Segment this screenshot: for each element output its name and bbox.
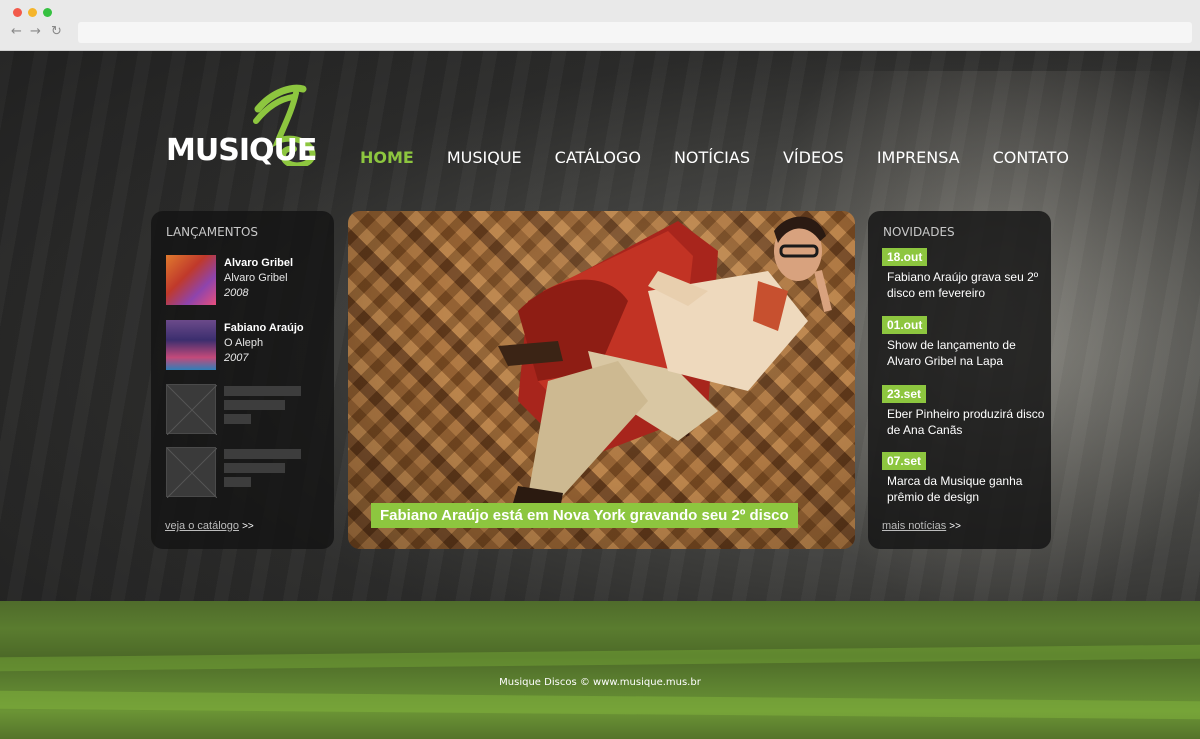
feature-photo xyxy=(498,216,832,509)
release-year: 2007 xyxy=(224,352,249,364)
news-date-badge: 07.set xyxy=(882,452,927,470)
arrow-right-icon[interactable]: → xyxy=(30,25,41,39)
musique-logo[interactable]: MUSIQUE xyxy=(166,81,326,171)
news-date-badge: 18.out xyxy=(882,248,928,266)
news-more-link[interactable]: mais notícias >> xyxy=(882,520,961,532)
release-item[interactable]: Alvaro Gribel Alvaro Gribel 2008 xyxy=(166,255,326,305)
news-item[interactable]: 18.out Fabiano Araújo grava seu 2º disco… xyxy=(882,248,1047,301)
minimize-window-dot[interactable] xyxy=(28,8,37,17)
double-chevron-icon: >> xyxy=(242,521,254,532)
nav-catalogo[interactable]: CATÁLOGO xyxy=(555,148,641,167)
release-placeholder xyxy=(166,447,326,498)
maximize-window-dot[interactable] xyxy=(43,8,52,17)
footer-band xyxy=(0,601,1200,739)
placeholder-image-icon xyxy=(166,447,217,498)
catalog-link[interactable]: veja o catálogo >> xyxy=(165,520,254,532)
album-cover[interactable] xyxy=(166,255,216,305)
page: MUSIQUE HOME MUSIQUE CATÁLOGO NOTÍCIAS V… xyxy=(0,51,1200,739)
feature-caption[interactable]: Fabiano Araújo está em Nova York gravand… xyxy=(371,503,798,528)
footer-copyright: Musique Discos © www.musique.mus.br xyxy=(499,677,701,688)
release-album: O Aleph xyxy=(224,337,264,349)
releases-title: LANÇAMENTOS xyxy=(166,225,259,239)
news-item[interactable]: 01.out Show de lançamento de Alvaro Grib… xyxy=(882,316,1047,369)
news-more-label[interactable]: mais notícias xyxy=(882,520,946,532)
nav-contato[interactable]: CONTATO xyxy=(993,148,1069,167)
news-item[interactable]: 07.set Marca da Musique ganha prêmio de … xyxy=(882,452,1047,505)
news-panel: NOVIDADES 18.out Fabiano Araújo grava se… xyxy=(868,211,1051,549)
news-headline[interactable]: Marca da Musique ganha prêmio de design xyxy=(887,473,1047,505)
news-headline[interactable]: Eber Pinheiro produzirá disco de Ana Can… xyxy=(887,406,1047,438)
arrow-left-icon[interactable]: ← xyxy=(11,25,22,39)
news-date-badge: 23.set xyxy=(882,385,927,403)
catalog-link-label[interactable]: veja o catálogo xyxy=(165,520,239,532)
browser-chrome: ← → ↻ xyxy=(0,0,1200,51)
news-title: NOVIDADES xyxy=(883,225,955,239)
news-headline[interactable]: Show de lançamento de Alvaro Gribel na L… xyxy=(887,337,1047,369)
news-headline[interactable]: Fabiano Araújo grava seu 2º disco em fev… xyxy=(887,269,1047,301)
nav-musique[interactable]: MUSIQUE xyxy=(447,148,522,167)
reload-icon[interactable]: ↻ xyxy=(51,25,62,39)
double-chevron-icon: >> xyxy=(949,521,961,532)
release-item[interactable]: Fabiano Araújo O Aleph 2007 xyxy=(166,320,326,370)
release-year: 2008 xyxy=(224,287,249,299)
release-artist[interactable]: Alvaro Gribel xyxy=(224,257,293,269)
address-bar[interactable] xyxy=(78,22,1192,43)
placeholder-image-icon xyxy=(166,384,217,435)
nav-videos[interactable]: VÍDEOS xyxy=(783,148,844,167)
release-artist[interactable]: Fabiano Araújo xyxy=(224,322,304,334)
release-placeholder xyxy=(166,384,326,435)
news-item[interactable]: 23.set Eber Pinheiro produzirá disco de … xyxy=(882,385,1047,438)
nav-home[interactable]: HOME xyxy=(360,148,414,167)
news-date-badge: 01.out xyxy=(882,316,928,334)
nav-imprensa[interactable]: IMPRENSA xyxy=(877,148,960,167)
nav-noticias[interactable]: NOTÍCIAS xyxy=(674,148,750,167)
album-cover[interactable] xyxy=(166,320,216,370)
logo-text: MUSIQUE xyxy=(166,133,317,168)
feature-banner[interactable]: Fabiano Araújo está em Nova York gravand… xyxy=(348,211,855,549)
close-window-dot[interactable] xyxy=(13,8,22,17)
main-nav: HOME MUSIQUE CATÁLOGO NOTÍCIAS VÍDEOS IM… xyxy=(360,148,1102,167)
release-album: Alvaro Gribel xyxy=(224,272,288,284)
releases-panel: LANÇAMENTOS Alvaro Gribel Alvaro Gribel … xyxy=(151,211,334,549)
